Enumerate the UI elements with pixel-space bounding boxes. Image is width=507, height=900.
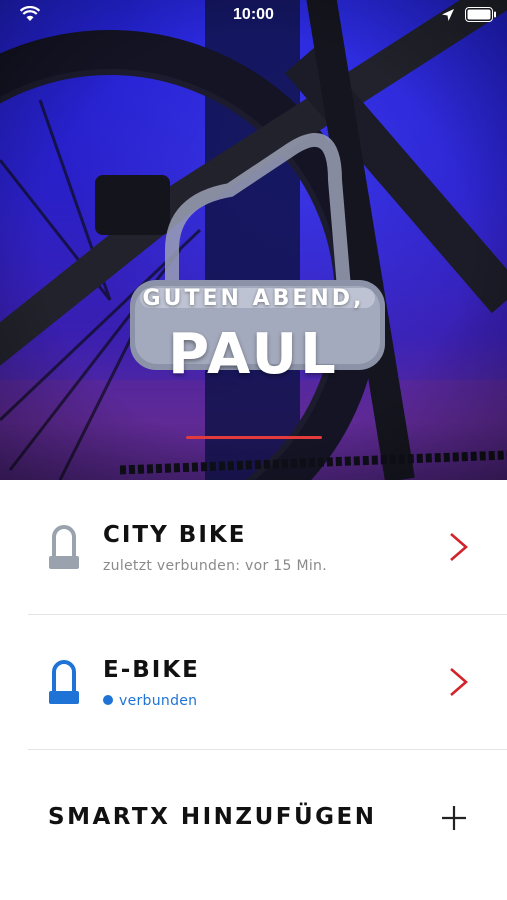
chevron-right-icon[interactable] <box>448 532 470 562</box>
device-row-e-bike[interactable]: E-BIKE verbunden <box>0 615 507 749</box>
chevron-right-icon[interactable] <box>448 667 470 697</box>
u-lock-icon <box>49 660 79 704</box>
greeting-text: GUTEN ABEND, <box>142 286 365 311</box>
device-status-connected: verbunden <box>103 693 197 709</box>
device-status: zuletzt verbunden: vor 15 Min. <box>103 558 327 574</box>
add-smartx-label: SMARTX HINZUFÜGEN <box>48 804 377 830</box>
location-arrow-icon <box>442 9 454 21</box>
plus-icon[interactable] <box>441 805 467 831</box>
user-name: PAUL <box>168 322 339 387</box>
u-lock-icon <box>49 525 79 569</box>
add-smartx-button[interactable]: SMARTX HINZUFÜGEN <box>0 750 507 884</box>
battery-icon <box>465 7 496 22</box>
device-name: CITY BIKE <box>103 522 247 548</box>
status-dot <box>103 695 113 705</box>
bike-lock-photo <box>0 0 507 480</box>
page-indicator <box>186 436 322 439</box>
device-status: verbunden <box>119 693 198 709</box>
status-time: 10:00 <box>233 6 274 23</box>
status-bar: 10:00 <box>0 0 507 30</box>
device-row-city-bike[interactable]: CITY BIKE zuletzt verbunden: vor 15 Min. <box>0 480 507 614</box>
hero-banner: 10:00 GUTEN ABEND, PAUL <box>0 0 507 480</box>
device-name: E-BIKE <box>103 657 200 683</box>
